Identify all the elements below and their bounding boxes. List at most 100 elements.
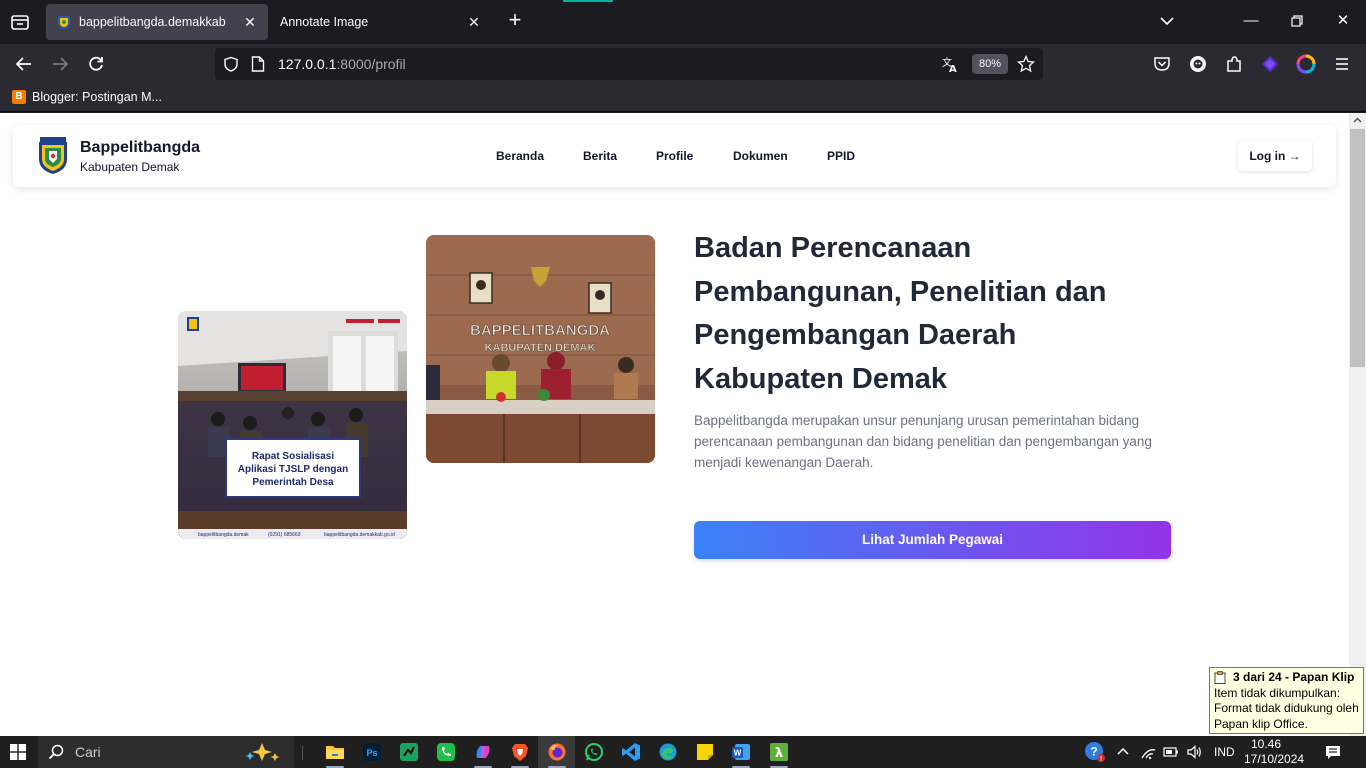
svg-text:A: A — [949, 64, 957, 73]
photo-rapat-sosialisasi: Rapat Sosialisasi Aplikasi TJSLP dengan … — [178, 311, 407, 539]
photo1-footer-phone: (0291) 685663 — [268, 532, 301, 538]
help-notification-icon[interactable]: ? ! — [1084, 741, 1106, 763]
vscode-icon[interactable] — [621, 742, 641, 762]
clock-date: 17/10/2024 — [1244, 752, 1305, 766]
tab-bar: bappelitbangda.demakkab ✕ Annotate Image… — [0, 0, 1366, 44]
clipboard-title: 3 dari 24 - Papan Klip — [1233, 670, 1355, 684]
chevron-down-icon[interactable] — [1158, 12, 1176, 30]
volume-icon[interactable] — [1186, 744, 1202, 760]
back-icon[interactable] — [14, 54, 34, 74]
url-host: 127.0.0.1 — [278, 56, 337, 72]
firefox-icon[interactable] — [547, 742, 567, 762]
tab-title: bappelitbangda.demakkab — [79, 15, 226, 29]
zoom-level-button[interactable]: 80% — [972, 54, 1008, 74]
copilot-icon[interactable] — [473, 742, 493, 762]
svg-text:W: W — [734, 749, 742, 758]
url-text[interactable]: 127.0.0.1:8000/profil — [278, 56, 406, 72]
color-picker-extension-icon[interactable] — [1296, 54, 1316, 74]
close-window-button[interactable]: ✕ — [1334, 12, 1352, 30]
copilot-sparkle-icon — [245, 743, 280, 761]
navigation-toolbar: 127.0.0.1:8000/profil 文 A 80% — [0, 44, 1366, 84]
url-bar[interactable]: 127.0.0.1:8000/profil 文 A 80% — [215, 48, 1043, 80]
battery-icon[interactable] — [1163, 744, 1179, 760]
clipboard-line: Papan klip Office. — [1214, 716, 1308, 731]
taskbar-search[interactable]: Cari — [38, 736, 294, 768]
tab-bappelitbangda[interactable]: bappelitbangda.demakkab ✕ — [46, 4, 268, 40]
tab-title: Annotate Image — [280, 15, 369, 29]
clipboard-line: Format tidak didukung oleh — [1214, 701, 1359, 715]
minimize-button[interactable]: — — [1242, 12, 1260, 30]
nav-link-ppid[interactable]: PPID — [827, 149, 855, 163]
whatsapp-icon[interactable] — [584, 742, 604, 762]
edge-icon[interactable] — [658, 742, 678, 762]
nav-link-beranda[interactable]: Beranda — [496, 149, 544, 163]
photo2-sign-line1: BAPPELITBANGDA — [470, 322, 610, 339]
bookmark-label: Blogger: Postingan M... — [32, 90, 162, 104]
site-header: Bappelitbangda Kabupaten Demak Beranda B… — [13, 125, 1336, 187]
page-scrollbar[interactable] — [1349, 113, 1366, 736]
phone-app-icon[interactable] — [436, 742, 456, 762]
nav-link-profile[interactable]: Profile — [656, 149, 693, 163]
url-path: :8000/profil — [336, 56, 406, 72]
bookmarks-toolbar: B Blogger: Postingan M... — [0, 84, 1366, 112]
clipboard-line: Item tidak dikumpulkan: — [1214, 685, 1341, 700]
sticky-notes-icon[interactable] — [695, 742, 715, 762]
notification-center-icon[interactable] — [1325, 744, 1341, 760]
hero-description: Bappelitbangda merupakan unsur penunjang… — [694, 413, 1152, 470]
photo1-caption-line3: Pemerintah Desa — [252, 477, 334, 488]
page-viewport: Bappelitbangda Kabupaten Demak Beranda B… — [0, 113, 1349, 736]
site-favicon-icon — [58, 16, 70, 29]
hero-title: Badan Perencanaan Pembangunan, Penelitia… — [694, 232, 1107, 395]
taskbar-clock[interactable]: 10.46 17/10/2024 — [1244, 737, 1305, 767]
svg-text:Ps: Ps — [366, 748, 377, 758]
chevron-up-icon[interactable] — [1115, 744, 1131, 760]
office-photo: BAPPELITBANGDA KABUPATEN DEMAK — [426, 235, 655, 463]
reload-icon[interactable] — [86, 54, 106, 74]
bookmark-star-icon[interactable] — [1017, 55, 1035, 73]
new-tab-button[interactable]: + — [504, 9, 526, 32]
svg-text:?: ? — [1090, 745, 1097, 759]
photo2-sign-line2: KABUPATEN DEMAK — [485, 342, 596, 354]
svg-text:λ: λ — [775, 746, 783, 761]
sheets-app-icon[interactable] — [399, 742, 419, 762]
scroll-up-icon[interactable] — [1353, 116, 1362, 125]
file-explorer-icon[interactable] — [325, 742, 345, 762]
wifi-icon[interactable] — [1140, 744, 1156, 760]
clock-time: 10.46 — [1250, 737, 1282, 751]
lihat-jumlah-pegawai-button[interactable]: Lihat Jumlah Pegawai — [694, 521, 1171, 559]
windows-taskbar: Cari Ps W λ ? ! IND 10.46 17/10/2024 — [0, 736, 1366, 768]
menu-icon[interactable] — [1332, 54, 1352, 74]
photo1-caption-line2: Aplikasi TJSLP dengan — [238, 464, 348, 475]
lambda-app-icon[interactable]: λ — [769, 742, 789, 762]
tab-annotate-image[interactable]: Annotate Image ✕ — [268, 4, 492, 40]
windows-start-icon[interactable] — [10, 744, 26, 760]
pocket-icon[interactable] — [1152, 54, 1172, 74]
blogger-icon: B — [12, 90, 26, 104]
account-icon[interactable] — [1188, 54, 1208, 74]
login-button[interactable]: Log in → — [1238, 141, 1312, 171]
bookmark-blogger[interactable]: B Blogger: Postingan M... — [12, 90, 162, 104]
shield-icon[interactable] — [223, 56, 239, 72]
translate-icon[interactable]: 文 A — [941, 55, 959, 73]
close-tab-icon[interactable]: ✕ — [466, 14, 482, 30]
demak-logo-icon[interactable] — [37, 137, 69, 175]
search-placeholder: Cari — [75, 744, 101, 760]
extensions-icon[interactable] — [1224, 54, 1244, 74]
photo-bappelitbangda-office: BAPPELITBANGDA KABUPATEN DEMAK — [426, 235, 655, 463]
accent-line — [563, 0, 613, 2]
meeting-photo: Rapat Sosialisasi Aplikasi TJSLP dengan … — [178, 311, 407, 539]
brand-name[interactable]: Bappelitbangda — [80, 139, 200, 157]
brave-browser-icon[interactable] — [510, 742, 530, 762]
nav-link-berita[interactable]: Berita — [583, 149, 617, 163]
language-indicator[interactable]: IND — [1214, 745, 1235, 759]
forward-icon[interactable] — [50, 54, 70, 74]
photoshop-icon[interactable]: Ps — [362, 742, 382, 762]
extension-purple-icon[interactable] — [1260, 54, 1280, 74]
tab-list-icon[interactable] — [8, 10, 32, 34]
restore-button[interactable] — [1288, 12, 1306, 30]
scrollbar-thumb[interactable] — [1350, 129, 1365, 367]
word-icon[interactable]: W — [731, 742, 751, 762]
close-tab-icon[interactable]: ✕ — [242, 14, 258, 30]
page-icon[interactable] — [251, 56, 265, 72]
nav-link-dokumen[interactable]: Dokumen — [733, 149, 788, 163]
